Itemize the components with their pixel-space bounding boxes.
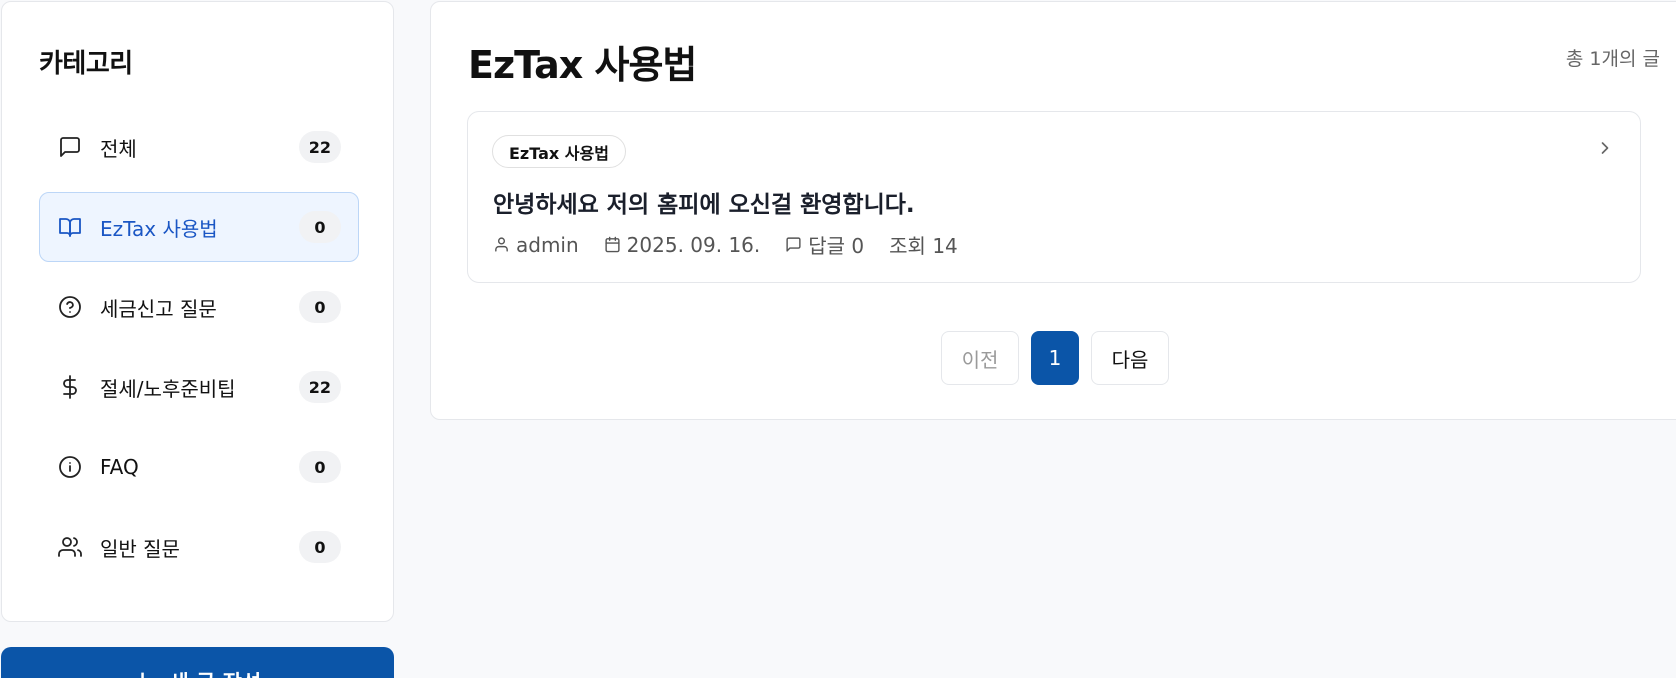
category-item-tax-filing[interactable]: 세금신고 질문 0 — [39, 272, 359, 342]
category-count-badge: 22 — [298, 371, 341, 403]
post-list-panel: EzTax 사용법 총 1개의 글 EzTax 사용법 안녕하세요 저의 홈피에… — [430, 1, 1676, 420]
post-count: 총 1개의 글 — [1565, 48, 1660, 70]
pagination: 이전 1 다음 — [941, 331, 1169, 385]
users-icon — [57, 534, 83, 560]
category-item-general[interactable]: 일반 질문 0 — [39, 512, 359, 582]
category-item-faq[interactable]: FAQ 0 — [39, 432, 359, 502]
info-icon — [57, 454, 83, 480]
chevron-right-icon — [1595, 138, 1615, 162]
help-circle-icon — [57, 294, 83, 320]
new-post-button[interactable]: + 새 글 작성 — [1, 647, 394, 678]
category-count-badge: 0 — [299, 451, 341, 483]
category-label: 전체 — [100, 136, 137, 161]
category-label: EzTax 사용법 — [100, 216, 218, 241]
page-number-button[interactable]: 1 — [1031, 331, 1079, 385]
book-open-icon — [57, 214, 83, 240]
category-item-all[interactable]: 전체 22 — [39, 112, 359, 182]
post-replies: 답글 0 — [785, 230, 864, 259]
sidebar-title: 카테고리 — [39, 49, 133, 79]
category-count-badge: 0 — [299, 291, 341, 323]
category-count-badge: 22 — [298, 131, 341, 163]
post-views: 조회 14 — [889, 234, 958, 258]
post-title[interactable]: 안녕하세요 저의 홈피에 오신걸 환영합니다. — [493, 185, 915, 219]
post-author: admin — [493, 233, 579, 257]
category-sidebar: 카테고리 전체 22 EzTax 사용법 0 세금신고 질문 0 절세/노후준비… — [1, 1, 394, 622]
plus-icon: + — [134, 667, 152, 678]
category-list: 전체 22 EzTax 사용법 0 세금신고 질문 0 절세/노후준비팁 22 — [39, 112, 359, 592]
post-category-badge: EzTax 사용법 — [492, 135, 626, 168]
post-card[interactable]: EzTax 사용법 안녕하세요 저의 홈피에 오신걸 환영합니다. admin … — [467, 111, 1641, 283]
category-label: 절세/노후준비팁 — [100, 376, 236, 401]
category-count-badge: 0 — [299, 211, 341, 243]
message-square-icon — [786, 237, 801, 252]
post-date-text: 2025. 09. 16. — [626, 232, 761, 257]
category-count-badge: 0 — [299, 531, 341, 563]
post-replies-text: 답글 0 — [808, 234, 865, 258]
new-post-label: 새 글 작성 — [169, 667, 261, 678]
category-item-eztax-usage[interactable]: EzTax 사용법 0 — [39, 192, 359, 262]
post-meta: admin 2025. 09. 16. 답글 0 조회 14 — [493, 230, 983, 259]
post-date: 2025. 09. 16. — [604, 232, 761, 257]
category-label: 일반 질문 — [100, 536, 180, 561]
category-label: 세금신고 질문 — [100, 296, 217, 321]
dollar-sign-icon — [57, 374, 83, 400]
next-page-button[interactable]: 다음 — [1091, 331, 1169, 385]
user-icon — [495, 237, 508, 252]
category-label: FAQ — [100, 455, 139, 479]
page-title: EzTax 사용법 — [468, 43, 697, 87]
calendar-icon — [605, 236, 620, 253]
category-item-tax-saving-tips[interactable]: 절세/노후준비팁 22 — [39, 352, 359, 422]
message-square-icon — [57, 134, 83, 160]
previous-page-button[interactable]: 이전 — [941, 331, 1019, 385]
post-author-name: admin — [516, 232, 579, 257]
